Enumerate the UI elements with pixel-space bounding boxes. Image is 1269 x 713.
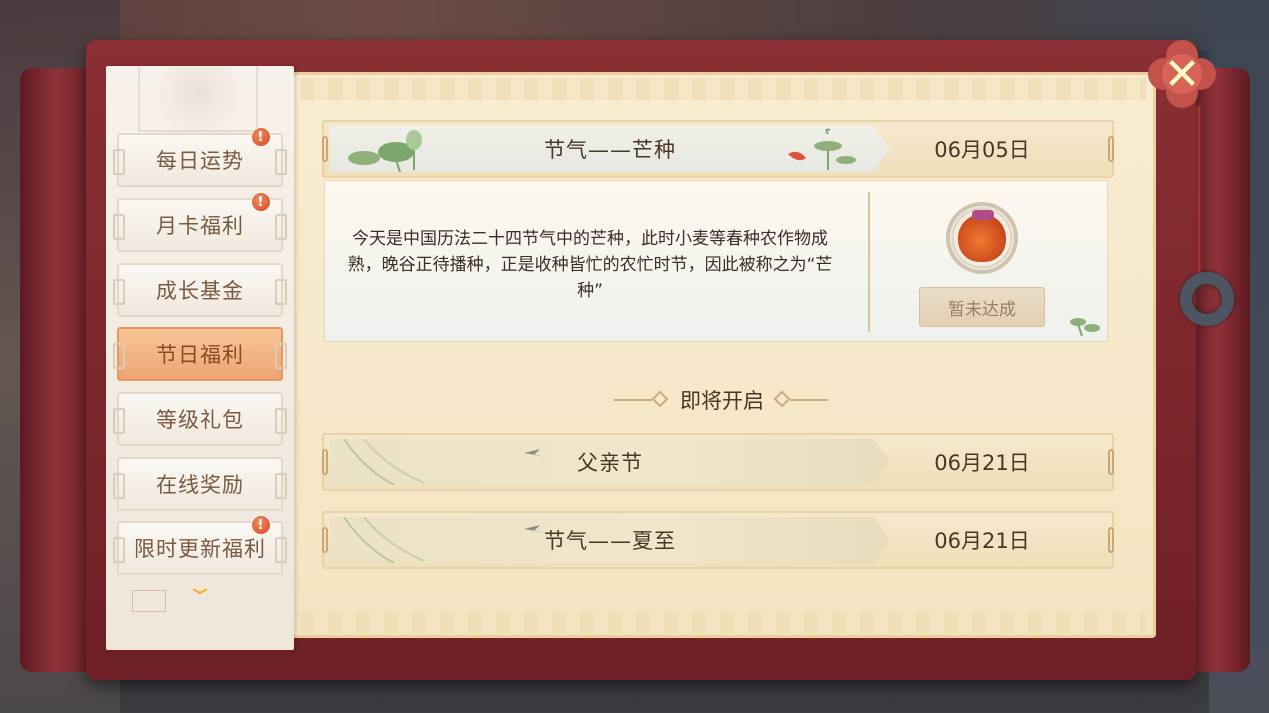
bag-ribbon-icon <box>972 210 994 220</box>
seal-stamp-icon <box>132 590 166 612</box>
notification-badge: ! <box>251 515 271 535</box>
notification-badge: ! <box>251 192 271 212</box>
sidebar-item-limited-update[interactable]: 限时更新福利 ! <box>113 515 287 575</box>
chevron-down-icon[interactable]: ⌄ <box>178 577 223 599</box>
row-end-cap-right <box>1108 527 1114 553</box>
lotus-sprig-decoration-icon <box>1070 318 1100 337</box>
not-achieved-button[interactable]: 暂未达成 <box>919 287 1045 327</box>
hanging-cord <box>1196 105 1202 285</box>
row-end-cap-left <box>322 136 328 162</box>
sidebar-item-festival-benefits[interactable]: 节日福利 <box>113 327 287 381</box>
jade-ring-icon <box>1180 272 1234 326</box>
row-end-cap-left <box>322 449 328 475</box>
sidebar-item-growth-fund[interactable]: 成长基金 <box>113 263 287 317</box>
upcoming-festival-row[interactable]: 父亲节 06月21日 <box>322 433 1114 491</box>
sidebar-item-label: 月卡福利 <box>156 214 244 238</box>
row-end-cap-left <box>322 527 328 553</box>
current-festival-header: 节气——芒种 06月05日 <box>322 120 1114 178</box>
row-end-cap-right <box>1108 136 1114 162</box>
sidebar-item-label: 在线奖励 <box>156 473 244 497</box>
detail-divider <box>868 192 870 332</box>
sidebar-item-daily-fortune[interactable]: 每日运势 ! <box>113 127 287 187</box>
close-button[interactable]: ✕ <box>1146 38 1218 110</box>
festival-name: 父亲节 <box>577 451 643 475</box>
festival-date: 06月21日 <box>934 451 1030 475</box>
sidebar-item-monthly-card[interactable]: 月卡福利 ! <box>113 192 287 252</box>
festival-name: 节气——夏至 <box>544 529 676 553</box>
sidebar-item-label: 节日福利 <box>156 343 244 367</box>
sidebar-item-level-gift[interactable]: 等级礼包 <box>113 392 287 446</box>
lucky-bag-icon <box>958 214 1006 262</box>
festival-date: 06月05日 <box>934 138 1030 162</box>
close-icon: ✕ <box>1163 48 1201 100</box>
sidebar-item-label: 成长基金 <box>156 279 244 303</box>
row-end-cap-right <box>1108 449 1114 475</box>
sidebar-item-label: 等级礼包 <box>156 408 244 432</box>
notification-badge: ! <box>251 127 271 147</box>
upcoming-festival-row[interactable]: 节气——夏至 06月21日 <box>322 511 1114 569</box>
festival-name: 节气——芒种 <box>544 138 676 162</box>
fortune-emblem-icon <box>138 66 258 132</box>
festival-description: 今天是中国历法二十四节气中的芒种，此时小麦等春种农作物成熟，晚谷正待播种，正是收… <box>347 229 833 301</box>
paper-border-pattern-top <box>300 78 1146 100</box>
sidebar-item-online-reward[interactable]: 在线奖励 <box>113 457 287 511</box>
festival-date: 06月21日 <box>934 529 1030 553</box>
sidebar-item-label: 每日运势 <box>156 149 244 173</box>
sidebar-item-label: 限时更新福利 <box>134 537 266 561</box>
heading-line-right <box>790 399 828 401</box>
paper-border-pattern-bottom <box>300 612 1146 634</box>
